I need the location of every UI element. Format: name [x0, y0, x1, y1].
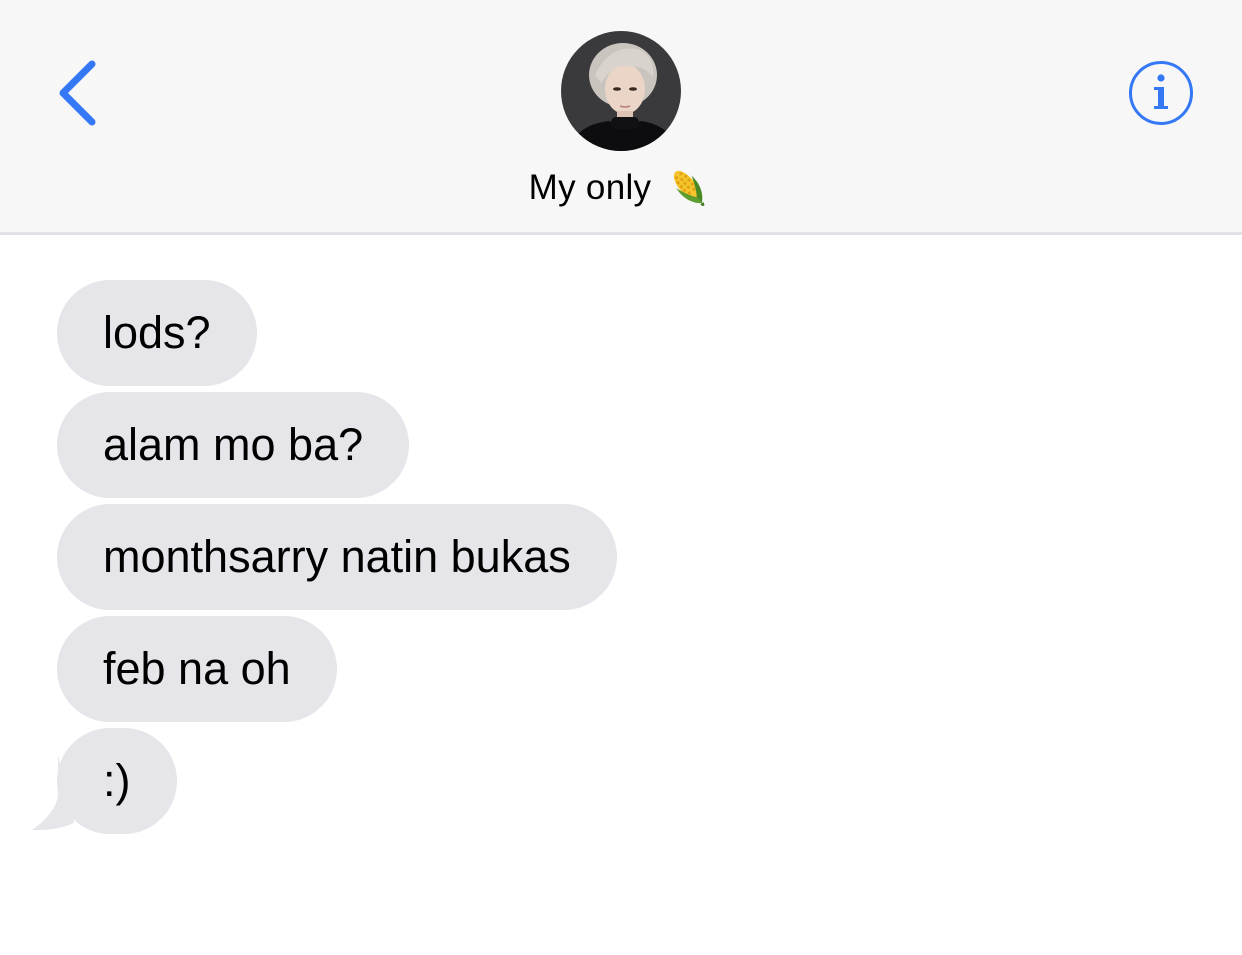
- messages-screen: My only lods? alam mo ba? monthsarry nat…: [0, 0, 1242, 955]
- info-button[interactable]: [1126, 58, 1196, 128]
- message-text: lods?: [103, 307, 211, 358]
- contact-name-row[interactable]: My only: [0, 160, 1242, 216]
- message-text: alam mo ba?: [103, 419, 364, 470]
- message-text: :): [103, 755, 131, 806]
- incoming-message-bubble[interactable]: alam mo ba?: [57, 392, 410, 498]
- contact-avatar[interactable]: [561, 31, 681, 151]
- incoming-message-bubble[interactable]: monthsarry natin bukas: [57, 504, 617, 610]
- contact-name: My only: [528, 168, 652, 207]
- message-text: monthsarry natin bukas: [103, 531, 571, 582]
- conversation-header: My only: [0, 0, 1242, 235]
- message-thread[interactable]: lods? alam mo ba? monthsarry natin bukas…: [0, 235, 1242, 955]
- message-text: feb na oh: [103, 643, 291, 694]
- incoming-message-bubble[interactable]: feb na oh: [57, 616, 337, 722]
- back-button[interactable]: [48, 56, 108, 130]
- incoming-message-bubble[interactable]: :): [57, 728, 177, 834]
- avatar-photo: [561, 31, 681, 151]
- chevron-left-icon: [59, 60, 96, 126]
- corn-emoji-icon: [674, 170, 705, 207]
- incoming-message-bubble[interactable]: lods?: [57, 280, 257, 386]
- info-circle-icon: [1129, 61, 1193, 125]
